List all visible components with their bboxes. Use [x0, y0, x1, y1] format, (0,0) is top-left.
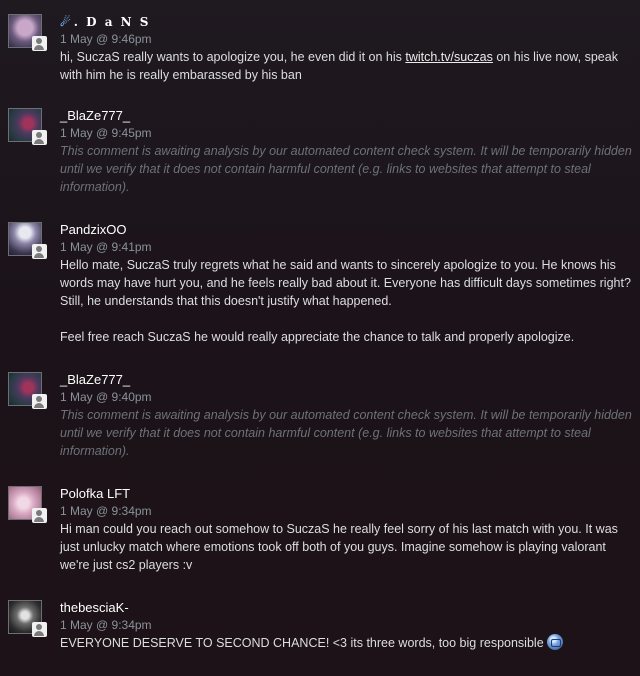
comment-paragraph: Feel free reach SuczaS he would really a…: [60, 330, 575, 344]
timestamp: 1 May @ 9:45pm: [60, 126, 152, 140]
author-name[interactable]: _BlaZe777_: [60, 108, 130, 124]
twitch-link[interactable]: twitch.tv/suczas: [405, 50, 493, 64]
person-icon: [32, 36, 47, 51]
author-name[interactable]: Polofka LFT: [60, 486, 130, 502]
blue-face-emoji-icon: [546, 634, 563, 650]
timestamp: 1 May @ 9:40pm: [60, 390, 152, 404]
person-icon: [32, 130, 47, 145]
comment-text: EVERYONE DESERVE TO SECOND CHANCE! <3 it…: [60, 634, 632, 652]
person-icon: [32, 244, 47, 259]
timestamp: 1 May @ 9:41pm: [60, 240, 152, 254]
person-icon: [32, 394, 47, 409]
timestamp: 1 May @ 9:34pm: [60, 504, 152, 518]
person-icon: [32, 622, 47, 637]
author-name[interactable]: thebesciaK-: [60, 600, 129, 616]
author-name[interactable]: ☄. D a N S: [60, 14, 150, 30]
timestamp: 1 May @ 9:34pm: [60, 618, 152, 632]
comment-text: This comment is awaiting analysis by our…: [60, 144, 632, 194]
comment-text: This comment is awaiting analysis by our…: [60, 408, 632, 458]
person-icon: [32, 508, 47, 523]
comment-text: hi, SuczaS really wants to apologize you…: [60, 50, 618, 82]
comment-text: Hi man could you reach out somehow to Su…: [60, 522, 618, 572]
comment-paragraph: Hello mate, SuczaS truly regrets what he…: [60, 258, 631, 308]
rocket-icon: ☄: [60, 15, 73, 29]
timestamp: 1 May @ 9:46pm: [60, 32, 152, 46]
comment-text: Hello mate, SuczaS truly regrets what he…: [60, 256, 632, 346]
author-name[interactable]: _BlaZe777_: [60, 372, 130, 388]
author-name[interactable]: PandzixOO: [60, 222, 126, 238]
